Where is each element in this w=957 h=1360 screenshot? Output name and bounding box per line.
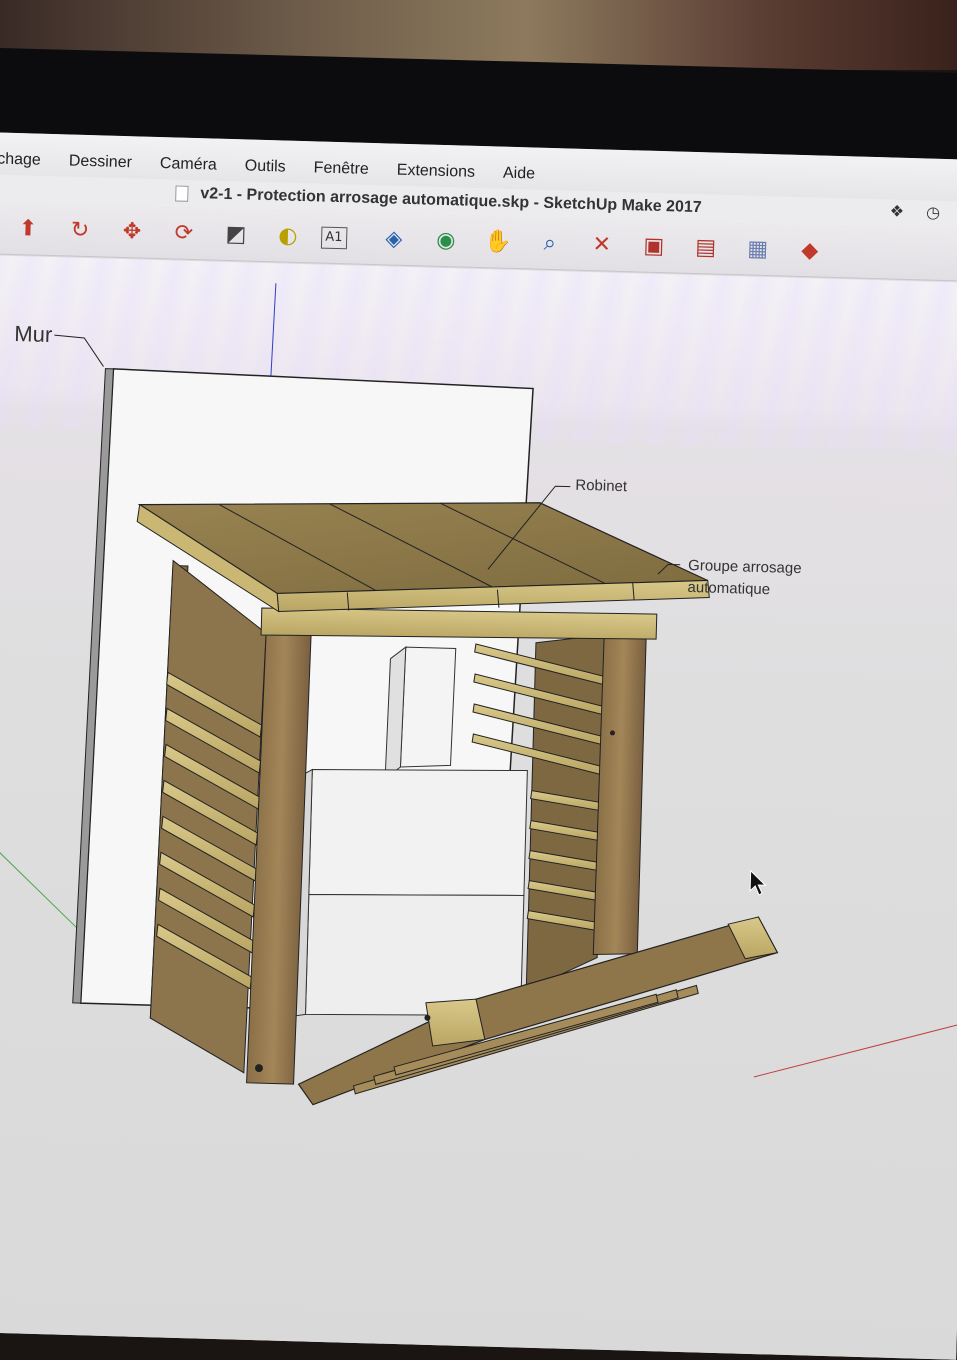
menu-extensions[interactable]: Extensions: [396, 162, 476, 188]
menu-affichage[interactable]: chage: [0, 150, 41, 175]
text-icon[interactable]: A1: [320, 226, 348, 249]
model-viewport[interactable]: Mur Robinet Groupe arrosage automatique: [0, 254, 957, 1360]
share-model-icon[interactable]: ▤: [686, 228, 725, 267]
layout-icon[interactable]: ▦: [738, 230, 777, 269]
menu-dessiner[interactable]: Dessiner: [68, 152, 133, 178]
zoom-extents-icon[interactable]: ✕: [582, 225, 621, 264]
model-drawing: [0, 283, 957, 1106]
mouse-cursor-icon: [749, 869, 767, 896]
paint-bucket-icon[interactable]: ◈: [374, 220, 413, 259]
label-groupe-arrosage[interactable]: Groupe arrosage automatique: [687, 555, 802, 602]
menu-camera[interactable]: Caméra: [159, 155, 217, 181]
warehouse-icon[interactable]: ▣: [634, 227, 673, 266]
label-robinet[interactable]: Robinet: [575, 477, 627, 495]
zoom-icon[interactable]: ⌕: [530, 224, 569, 263]
scale-icon[interactable]: ◩: [216, 215, 255, 254]
menu-aide[interactable]: Aide: [503, 165, 535, 190]
extension-warehouse-icon[interactable]: ◆: [790, 231, 829, 270]
tape-measure-icon[interactable]: ◐: [268, 217, 307, 256]
pan-icon[interactable]: ✋: [478, 222, 517, 261]
time-machine-icon[interactable]: ◷: [926, 202, 940, 221]
menu-fenetre[interactable]: Fenêtre: [313, 159, 369, 185]
sketchup-window: chage Dessiner Caméra Outils Fenêtre Ext…: [0, 132, 957, 1360]
menu-outils[interactable]: Outils: [244, 157, 286, 182]
orbit-icon[interactable]: ◉: [426, 221, 465, 260]
label-groupe-line2: automatique: [687, 578, 771, 599]
rotate-icon[interactable]: ⟳: [164, 214, 203, 253]
move-icon[interactable]: ✥: [112, 212, 151, 251]
push-pull-icon[interactable]: ⬆: [8, 209, 47, 248]
label-groupe-line1: Groupe arrosage: [687, 556, 802, 578]
follow-me-icon[interactable]: ↻: [60, 211, 99, 250]
label-mur[interactable]: Mur: [14, 321, 53, 348]
document-icon: [174, 185, 189, 202]
red-axis: [753, 1022, 957, 1078]
status-icons: ❖ ◷: [890, 201, 941, 221]
dropbox-icon[interactable]: ❖: [890, 201, 905, 220]
